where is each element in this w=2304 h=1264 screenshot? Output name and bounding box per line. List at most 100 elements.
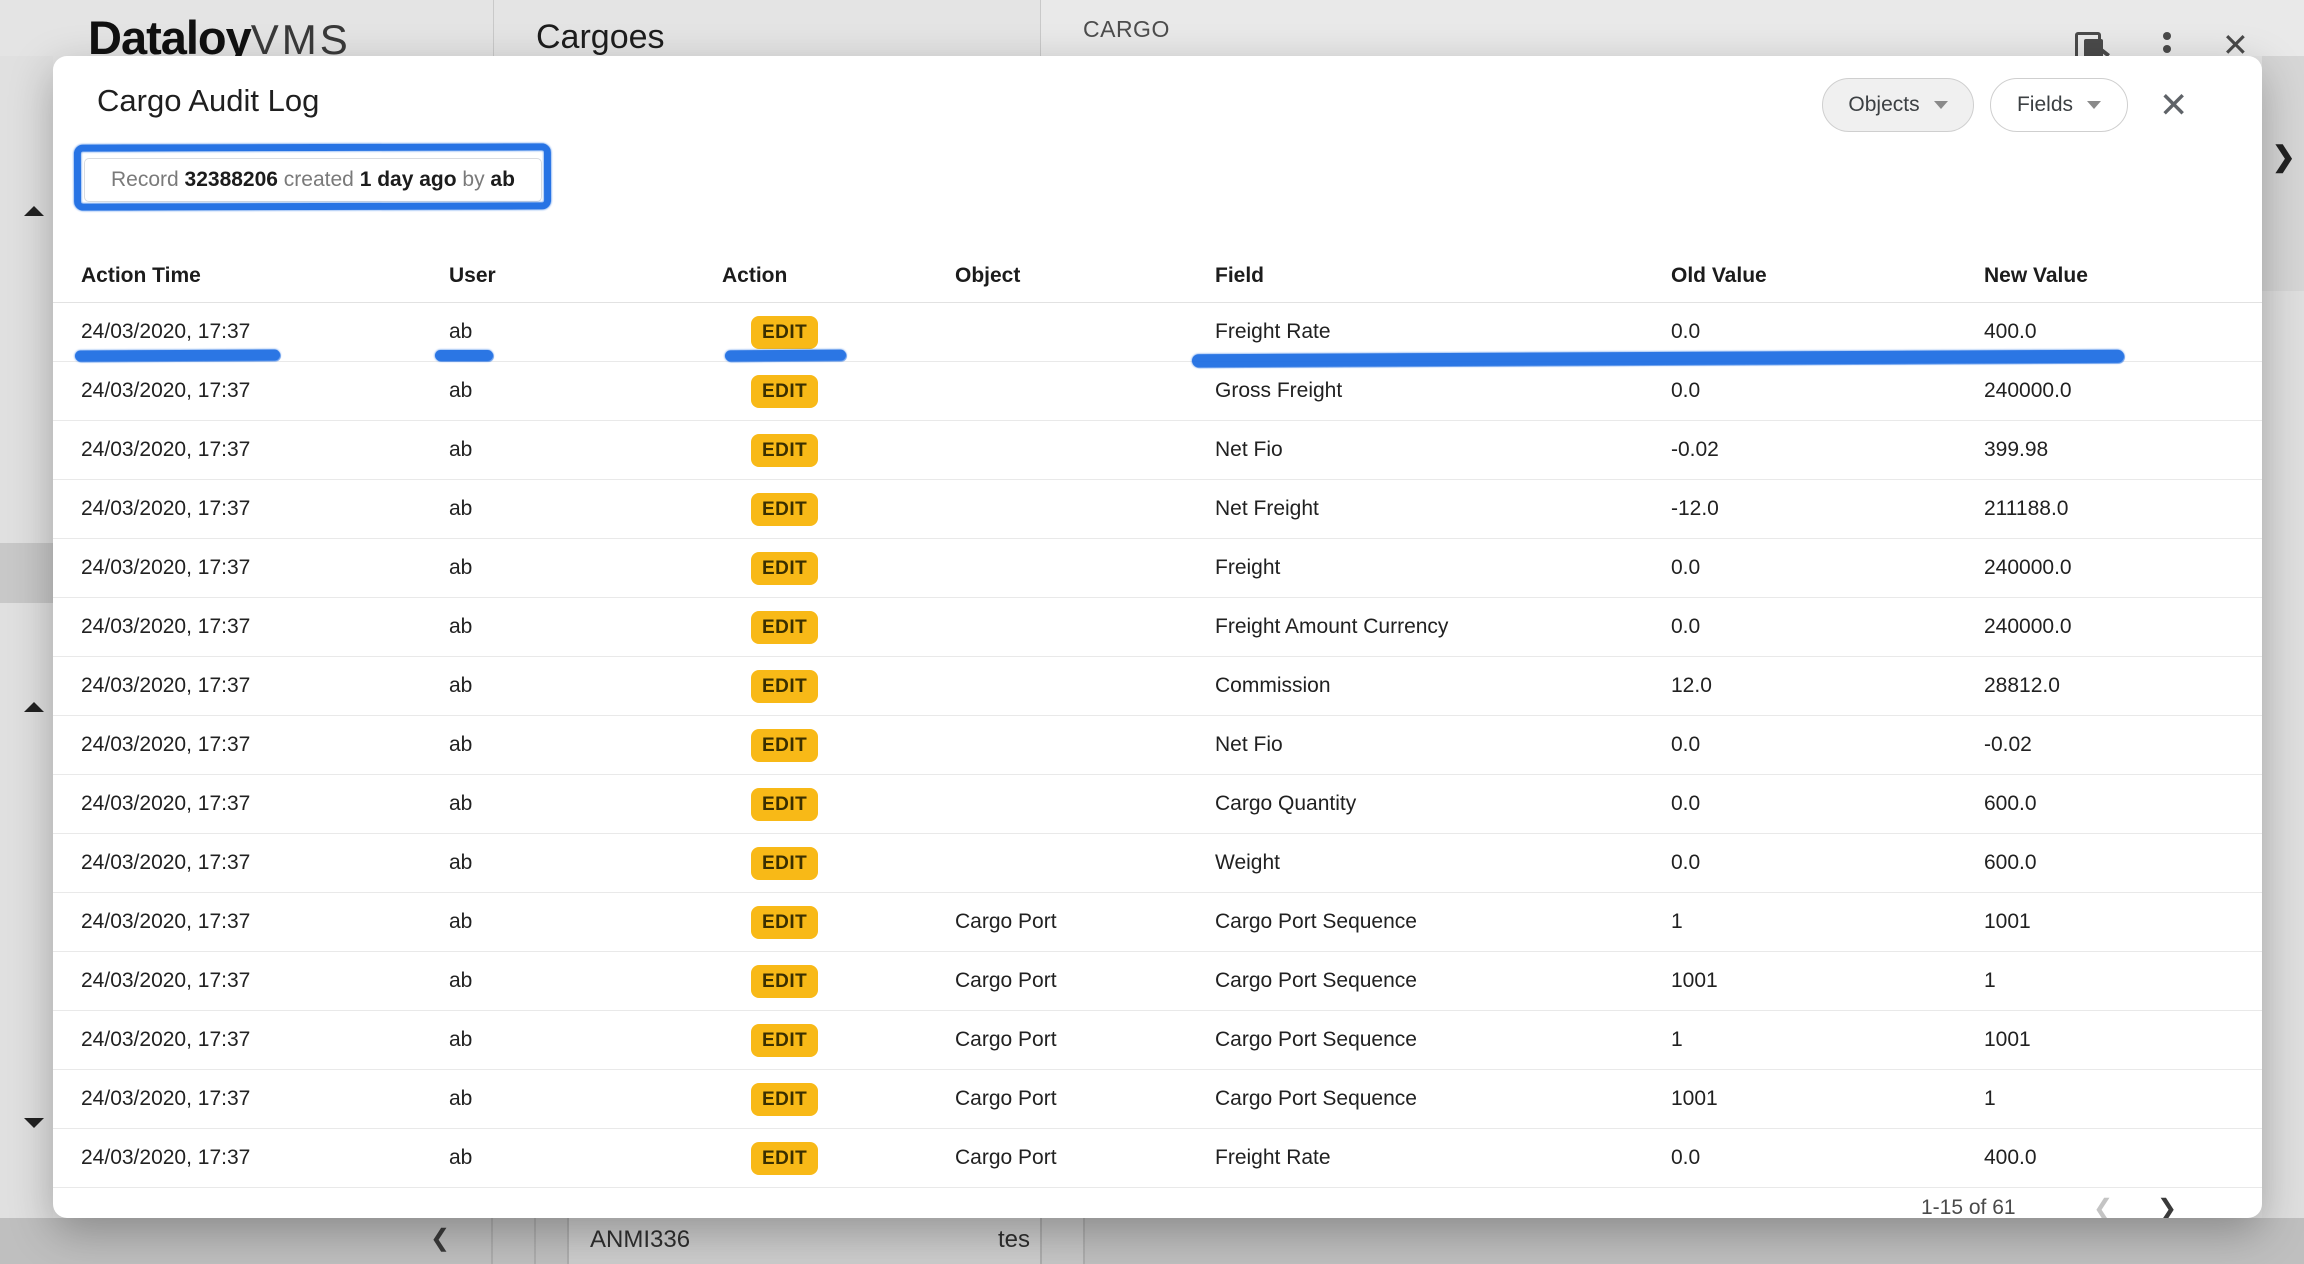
cell-user: ab [449,851,722,875]
cargo-panel-title: CARGO [1083,16,1170,43]
annotation-underline-time [75,349,280,361]
scroll-down-icon[interactable] [24,1118,44,1128]
table-row[interactable]: 24/03/2020, 17:37 ab EDIT Net Fio 0.0 -0… [53,716,2262,775]
action-badge: EDIT [751,965,818,998]
cell-field: Net Freight [1215,497,1671,521]
cell-new-value: 1 [1984,1087,2262,1111]
table-row[interactable]: 24/03/2020, 17:37 ab EDIT Net Freight -1… [53,480,2262,539]
table-row[interactable]: 24/03/2020, 17:37 ab EDIT Cargo Quantity… [53,775,2262,834]
cell-field: Freight Amount Currency [1215,615,1671,639]
cell-user: ab [449,320,722,344]
pagination-next-icon[interactable]: ❯ [2157,1194,2177,1218]
cell-field: Net Fio [1215,438,1671,462]
col-header-user: User [449,264,722,288]
table-row[interactable]: 24/03/2020, 17:37 ab EDIT Net Fio -0.02 … [53,421,2262,480]
action-badge: EDIT [751,375,818,408]
cell-old-value: 0.0 [1671,851,1984,875]
table-row[interactable]: 24/03/2020, 17:37 ab EDIT Cargo Port Car… [53,1070,2262,1129]
scroll-up-icon[interactable] [24,206,44,216]
cell-old-value: 0.0 [1671,379,1984,403]
table-row[interactable]: 24/03/2020, 17:37 ab EDIT Weight 0.0 600… [53,834,2262,893]
table-row[interactable]: 24/03/2020, 17:37 ab EDIT Cargo Port Car… [53,952,2262,1011]
app-top-bar: DataloyVMS Cargoes CARGO ✕ [0,0,2304,56]
cell-new-value: 240000.0 [1984,556,2262,580]
cell-field: Freight Rate [1215,1146,1671,1170]
cargo-audit-log-modal: Cargo Audit Log Objects Fields ✕ Record … [53,56,2262,1218]
cell-new-value: 1001 [1984,910,2262,934]
cell-field: Cargo Port Sequence [1215,1028,1671,1052]
background-selected-row [0,543,53,603]
cell-new-value: 240000.0 [1984,615,2262,639]
background-bottom-row: ❮ ANMI336 tes [0,1218,2304,1264]
topbar-divider [493,0,494,56]
cell-user: ab [449,792,722,816]
cell-field: Cargo Port Sequence [1215,969,1671,993]
background-note: tes [998,1226,1030,1254]
cell-new-value: 400.0 [1984,1146,2262,1170]
cell-new-value: 400.0 [1984,320,2262,344]
col-header-old-value: Old Value [1671,264,1984,288]
annotation-underline-action [725,350,846,362]
cell-field: Net Fio [1215,733,1671,757]
cell-user: ab [449,615,722,639]
modal-title: Cargo Audit Log [97,83,319,119]
topbar-divider [1040,0,1041,56]
cell-action-time: 24/03/2020, 17:37 [81,497,449,521]
cell-user: ab [449,910,722,934]
cell-action-time: 24/03/2020, 17:37 [81,733,449,757]
cell-user: ab [449,438,722,462]
col-header-new-value: New Value [1984,264,2262,288]
action-badge: EDIT [751,670,818,703]
cell-action-time: 24/03/2020, 17:37 [81,556,449,580]
cell-action-time: 24/03/2020, 17:37 [81,438,449,462]
action-badge: EDIT [751,493,818,526]
cell-new-value: 240000.0 [1984,379,2262,403]
action-badge: EDIT [751,316,818,349]
fields-dropdown[interactable]: Fields [1990,78,2128,132]
action-badge: EDIT [751,611,818,644]
cell-new-value: 600.0 [1984,851,2262,875]
cell-action-time: 24/03/2020, 17:37 [81,379,449,403]
cell-user: ab [449,379,722,403]
col-header-action: Action [722,264,955,288]
chevron-down-icon [1934,101,1948,109]
cell-action-time: 24/03/2020, 17:37 [81,1146,449,1170]
objects-dropdown[interactable]: Objects [1822,78,1974,132]
cell-old-value: 0.0 [1671,556,1984,580]
cell-action-time: 24/03/2020, 17:37 [81,910,449,934]
cargo-panel-header [1040,0,2304,56]
scroll-up-icon[interactable] [24,702,44,712]
cell-field: Gross Freight [1215,379,1671,403]
cell-new-value: -0.02 [1984,733,2262,757]
cell-old-value: -12.0 [1671,497,1984,521]
background-cell [1041,1218,1083,1264]
table-row[interactable]: 24/03/2020, 17:37 ab EDIT Cargo Port Car… [53,893,2262,952]
cell-user: ab [449,497,722,521]
panel-expand-icon[interactable]: ❯ [2272,140,2295,173]
annotation-underline-user [435,350,493,361]
modal-close-icon[interactable]: ✕ [2159,86,2188,126]
action-badge: EDIT [751,552,818,585]
background-left-strip [0,56,53,1218]
collapse-icon[interactable]: ❮ [430,1224,450,1253]
action-badge: EDIT [751,906,818,939]
cell-old-value: 0.0 [1671,792,1984,816]
cell-field: Freight [1215,556,1671,580]
fields-dropdown-label: Fields [2017,93,2073,117]
cell-new-value: 399.98 [1984,438,2262,462]
pagination-prev-icon[interactable]: ❮ [2093,1194,2113,1218]
col-header-field: Field [1215,264,1671,288]
cell-action-time: 24/03/2020, 17:37 [81,615,449,639]
cell-field: Cargo Port Sequence [1215,1087,1671,1111]
background-cargo-id: ANMI336 [590,1226,690,1254]
annotation-record-box [74,143,551,210]
table-row[interactable]: 24/03/2020, 17:37 ab EDIT Freight 0.0 24… [53,539,2262,598]
table-row[interactable]: 24/03/2020, 17:37 ab EDIT Cargo Port Fre… [53,1129,2262,1188]
nav-tab-cargoes[interactable]: Cargoes [536,18,665,57]
table-row[interactable]: 24/03/2020, 17:37 ab EDIT Freight Amount… [53,598,2262,657]
table-row[interactable]: 24/03/2020, 17:37 ab EDIT Gross Freight … [53,362,2262,421]
table-body: 24/03/2020, 17:37 ab EDIT Freight Rate 0… [53,303,2262,1188]
table-row[interactable]: 24/03/2020, 17:37 ab EDIT Cargo Port Car… [53,1011,2262,1070]
cell-object: Cargo Port [955,910,1215,934]
table-row[interactable]: 24/03/2020, 17:37 ab EDIT Commission 12.… [53,657,2262,716]
